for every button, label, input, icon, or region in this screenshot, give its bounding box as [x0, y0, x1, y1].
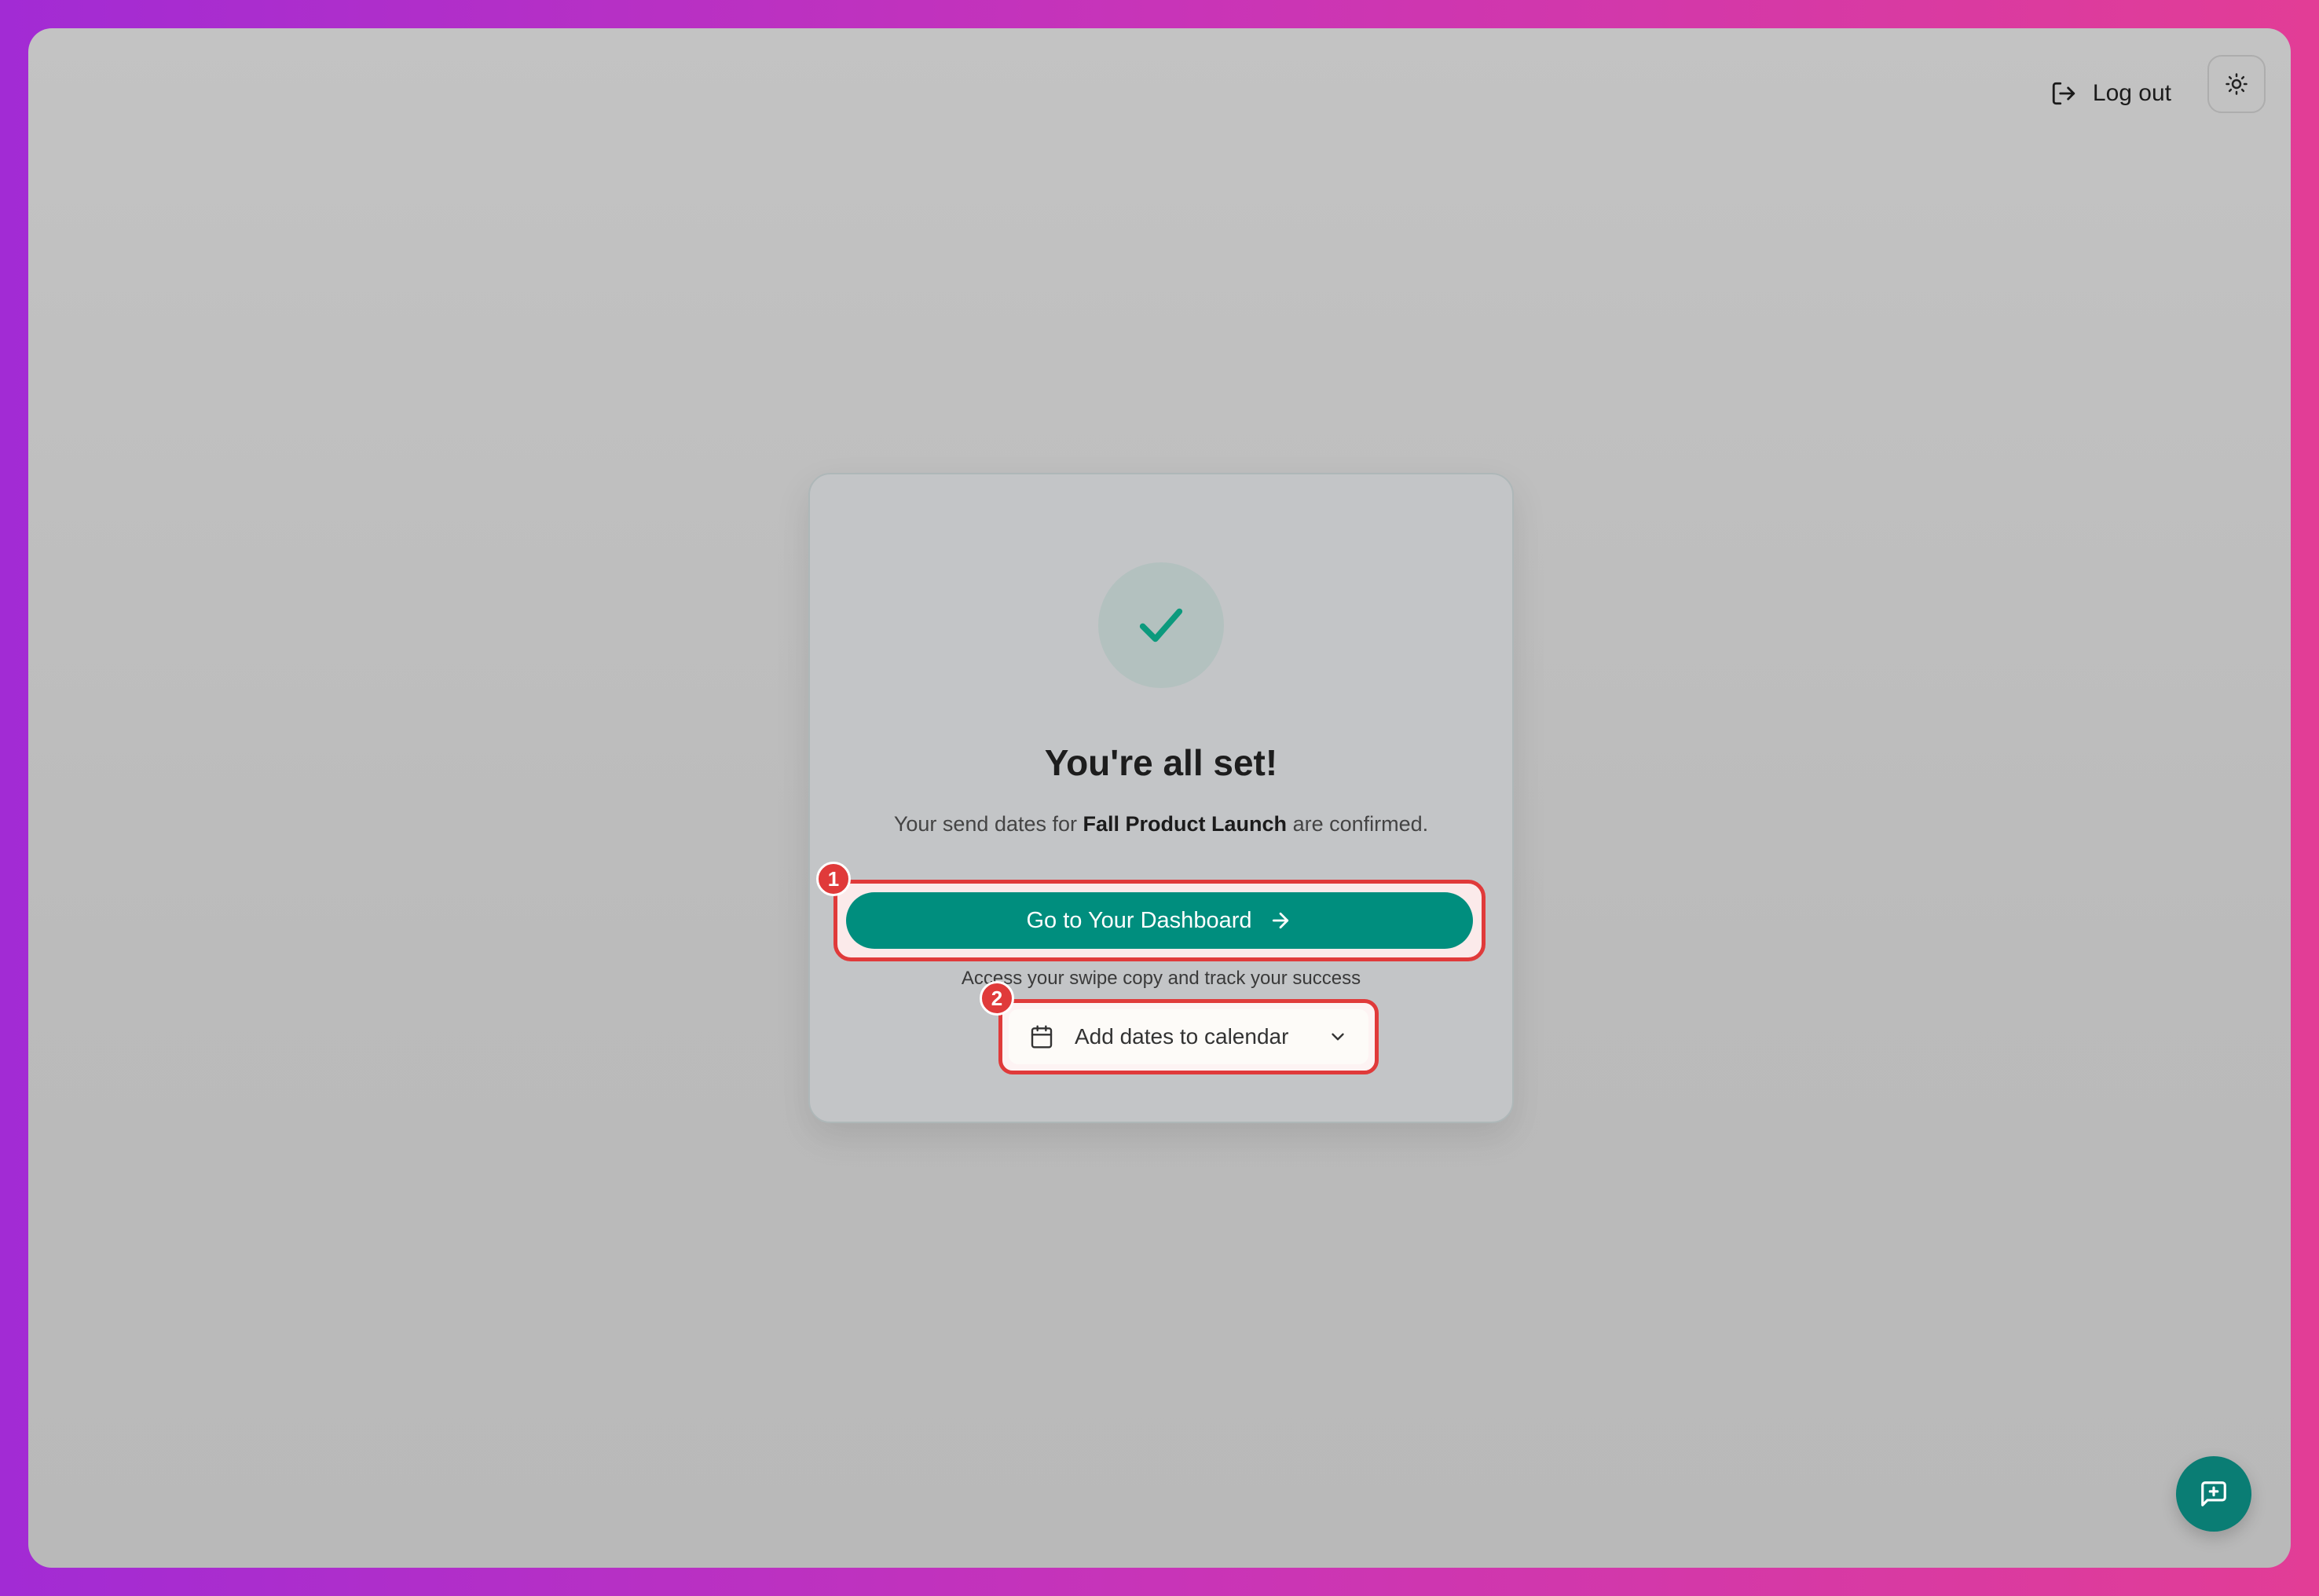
page-title: You're all set! [1044, 742, 1278, 783]
app-window: Log out You're all set! Your send dates … [28, 28, 2291, 1568]
campaign-name: Fall Product Launch [1083, 812, 1288, 836]
subtitle-after: are confirmed. [1292, 812, 1429, 836]
logout-button[interactable]: Log out [2031, 66, 2190, 121]
confirmation-message: Your send dates for Fall Product Launch … [810, 812, 1512, 836]
success-badge [1098, 562, 1224, 688]
chat-button[interactable] [2176, 1456, 2251, 1532]
annotation-badge-1: 1 [816, 862, 851, 896]
calendar-button-highlight: Add dates to calendar [998, 999, 1379, 1074]
chevron-down-icon [1332, 1033, 1344, 1041]
add-to-calendar-dropdown[interactable]: Add dates to calendar [1009, 1009, 1368, 1064]
annotation-badge-2: 2 [980, 981, 1014, 1016]
dashboard-button-highlight: Go to Your Dashboard [833, 880, 1486, 961]
go-to-dashboard-button[interactable]: Go to Your Dashboard [846, 892, 1473, 949]
calendar-icon [1031, 1025, 1053, 1049]
confirmation-card: You're all set! Your send dates for Fall… [808, 473, 1514, 1123]
log-out-icon [2052, 82, 2075, 105]
dashboard-button-label: Go to Your Dashboard [1026, 907, 1252, 933]
checkmark-icon [1139, 608, 1183, 642]
message-plus-icon [2201, 1481, 2226, 1506]
logout-label: Log out [2092, 80, 2171, 106]
subtitle-before: Your send dates for [893, 812, 1078, 836]
calendar-button-label: Add dates to calendar [1075, 1024, 1289, 1049]
arrow-right-icon [1273, 912, 1289, 929]
dashboard-subtext: Access your swipe copy and track your su… [961, 968, 1361, 989]
sun-icon [2226, 73, 2248, 95]
theme-toggle-button[interactable] [2207, 55, 2266, 113]
